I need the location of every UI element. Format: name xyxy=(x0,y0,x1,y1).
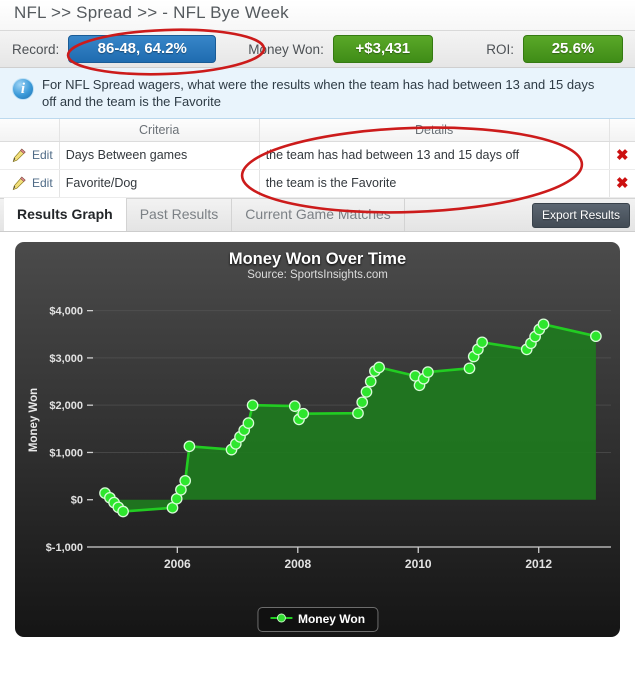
roi-value: 25.6% xyxy=(523,35,623,63)
criteria-details: the team is the Favorite xyxy=(259,169,609,198)
svg-text:$1,000: $1,000 xyxy=(49,447,83,459)
svg-text:$0: $0 xyxy=(71,494,83,506)
chart-plot-area: $4,000 $3,000 $2,000 $1,000 $0 $-1,000 2006 200… xyxy=(46,305,611,571)
record-value: 86-48, 64.2% xyxy=(68,35,217,63)
tab-current-game-matches[interactable]: Current Game Matches xyxy=(232,197,405,231)
edit-link[interactable]: Edit xyxy=(32,176,53,190)
table-header-row: Criteria Details xyxy=(0,119,635,142)
money-won-value: +$3,431 xyxy=(332,35,433,63)
info-banner: i For NFL Spread wagers, what were the r… xyxy=(0,68,635,119)
chart-legend[interactable]: Money Won xyxy=(256,606,379,632)
tab-results-graph[interactable]: Results Graph xyxy=(4,197,127,231)
legend-marker-icon xyxy=(269,612,292,626)
svg-text:$4,000: $4,000 xyxy=(49,305,83,317)
svg-text:2006: 2006 xyxy=(164,557,191,571)
table-row: Edit Favorite/Dog the team is the Favori… xyxy=(0,169,635,198)
results-graph-panel: Money Won Over Time Source: SportsInsigh… xyxy=(15,241,620,637)
edit-cell[interactable]: Edit xyxy=(0,169,60,198)
chart-container: Money Won Over Time Source: SportsInsigh… xyxy=(0,231,635,645)
header-details: Details xyxy=(259,119,609,142)
legend-label: Money Won xyxy=(297,611,366,626)
delete-row-button[interactable]: ✖ xyxy=(608,169,635,198)
header-delete xyxy=(608,119,635,142)
svg-text:2008: 2008 xyxy=(284,557,311,571)
export-results-button[interactable]: Export Results xyxy=(531,202,630,228)
header-criteria: Criteria xyxy=(58,119,260,142)
money-won-label: Money Won: xyxy=(248,41,324,57)
tab-bar: Results Graph Past Results Current Game … xyxy=(0,197,635,232)
delete-row-button[interactable]: ✖ xyxy=(608,141,635,170)
tab-past-results[interactable]: Past Results xyxy=(127,197,233,231)
record-label: Record: xyxy=(12,41,60,57)
breadcrumb-text[interactable]: NFL >> Spread >> - NFL Bye Week xyxy=(14,3,289,22)
svg-text:$2,000: $2,000 xyxy=(49,400,83,412)
criteria-name: Days Between games xyxy=(58,141,260,170)
svg-text:2010: 2010 xyxy=(405,557,432,571)
roi-label: ROI: xyxy=(486,41,514,57)
criteria-details: the team has had between 13 and 15 days … xyxy=(259,141,609,170)
close-icon[interactable]: ✖ xyxy=(616,175,629,192)
table-row: Edit Days Between games the team has had… xyxy=(0,141,635,170)
pencil-icon xyxy=(12,148,27,163)
info-icon: i xyxy=(12,78,34,100)
svg-text:$-1,000: $-1,000 xyxy=(46,542,83,554)
edit-cell[interactable]: Edit xyxy=(0,141,60,170)
svg-text:$3,000: $3,000 xyxy=(49,352,83,364)
criteria-name: Favorite/Dog xyxy=(58,169,260,198)
header-edit xyxy=(0,119,60,142)
info-banner-text: For NFL Spread wagers, what were the res… xyxy=(42,77,595,109)
svg-text:2012: 2012 xyxy=(525,557,552,571)
pencil-icon xyxy=(12,176,27,191)
breadcrumb: NFL >> Spread >> - NFL Bye Week xyxy=(0,0,635,30)
edit-link[interactable]: Edit xyxy=(32,148,53,162)
stats-summary-bar: Record: 86-48, 64.2% Money Won: +$3,431 … xyxy=(0,30,635,68)
criteria-table: Criteria Details Edit Days Between games… xyxy=(0,119,635,198)
close-icon[interactable]: ✖ xyxy=(616,147,629,164)
